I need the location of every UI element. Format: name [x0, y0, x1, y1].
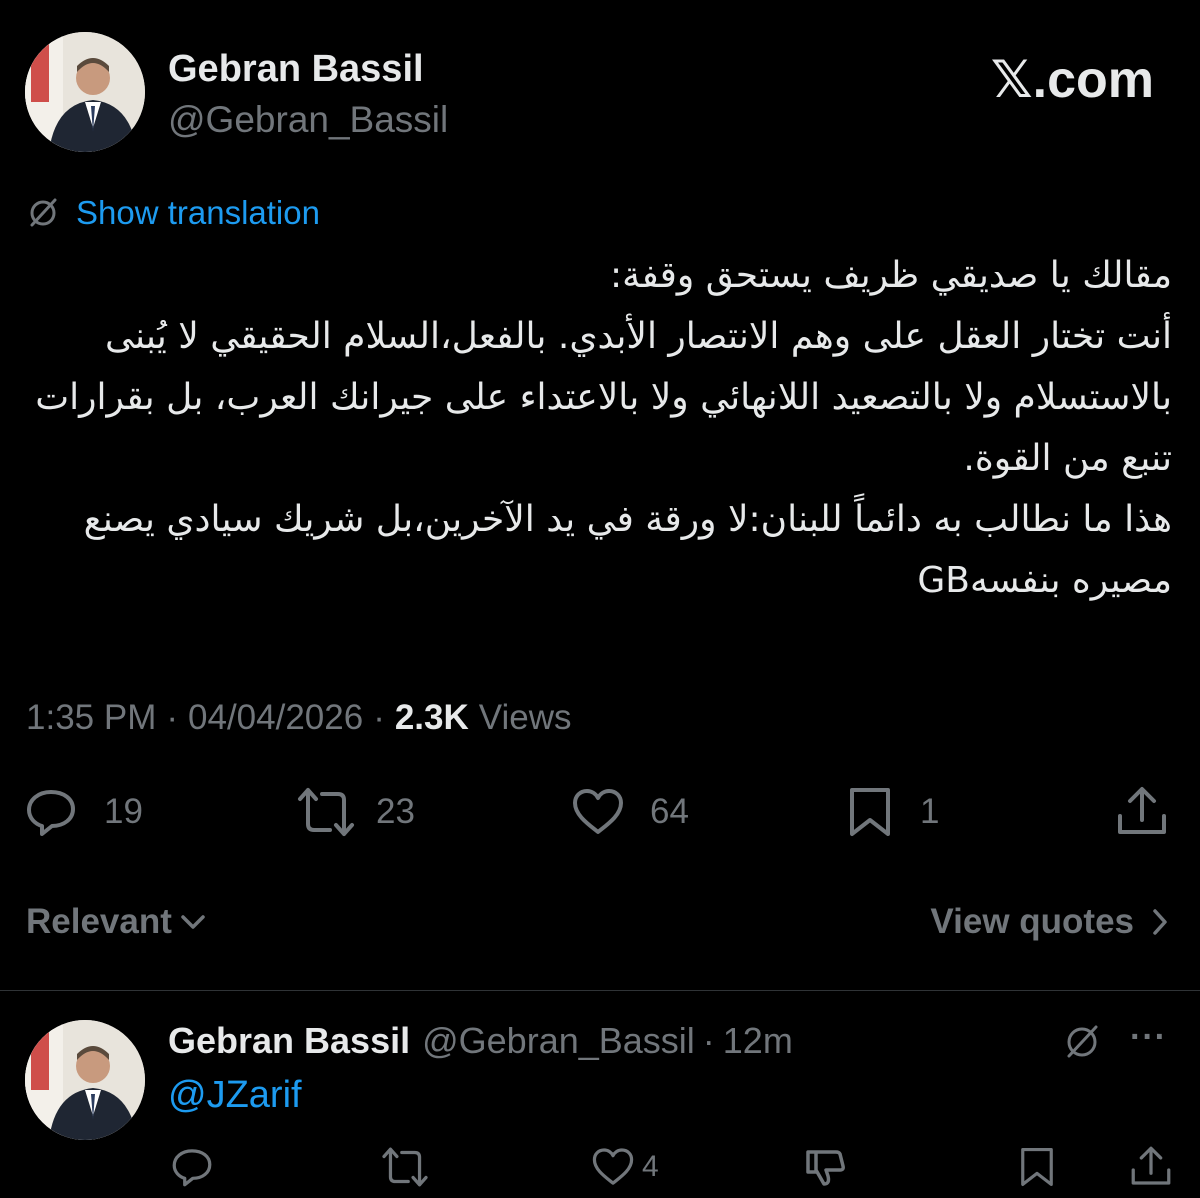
tweet-text: مقالك يا صديقي ظريف يستحق وقفة: أنت تختا… — [35, 255, 1172, 601]
reply-button[interactable]: 19 — [24, 786, 143, 838]
chevron-down-icon — [181, 915, 205, 929]
reply-reply-button[interactable] — [170, 1146, 214, 1188]
avatar[interactable] — [25, 32, 145, 152]
sort-dropdown[interactable]: Relevant — [26, 902, 206, 942]
no-translate-icon — [30, 198, 57, 227]
heart-icon — [592, 1148, 634, 1185]
profile-photo — [25, 1020, 145, 1140]
view-quotes-label: View quotes — [930, 902, 1134, 941]
reply-time[interactable]: 12m — [723, 1020, 793, 1062]
bookmark-icon — [1021, 1148, 1053, 1186]
tweet-time[interactable]: 1:35 PM — [26, 698, 156, 738]
x-logo: 𝕏.com — [990, 51, 1154, 109]
reply-avatar[interactable] — [25, 1020, 145, 1140]
more-options-icon[interactable]: ··· — [1130, 1018, 1167, 1057]
reply-author-name[interactable]: Gebran Bassil — [168, 1020, 410, 1062]
reply-icon — [172, 1149, 212, 1187]
share-button[interactable] — [1116, 784, 1168, 838]
bookmark-count: 1 — [920, 792, 940, 831]
bookmark-button[interactable]: 1 — [846, 786, 939, 838]
reply-bookmark-button[interactable] — [1018, 1146, 1056, 1188]
no-translate-icon — [1067, 1025, 1098, 1058]
repost-button[interactable]: 23 — [296, 786, 415, 838]
reply-downvote-button[interactable] — [804, 1146, 848, 1188]
view-quotes-link[interactable]: View quotes — [930, 902, 1170, 942]
reply-icon — [27, 790, 75, 836]
views-count[interactable]: 2.3K — [395, 698, 469, 738]
show-translation-link[interactable]: Show translation — [76, 194, 320, 232]
meta-separator: · — [166, 698, 179, 737]
share-icon — [1118, 787, 1166, 834]
reply-mention[interactable]: @JZarif — [168, 1074, 302, 1117]
meta-separator: · — [373, 698, 385, 737]
divider — [0, 990, 1200, 991]
reply-no-translate-icon-button[interactable] — [1062, 1022, 1102, 1067]
chevron-right-icon — [1153, 909, 1167, 935]
reply-count: 19 — [104, 792, 143, 831]
like-button[interactable]: 64 — [570, 786, 689, 838]
repost-icon — [382, 1147, 428, 1187]
repost-icon — [298, 788, 354, 836]
reply-like-button[interactable]: 4 — [590, 1146, 659, 1188]
views-label[interactable]: Views — [479, 698, 572, 738]
bookmark-icon — [850, 788, 890, 836]
thumbs-down-icon — [806, 1150, 845, 1186]
reply-header: Gebran Bassil @Gebran_Bassil · 12m — [168, 1020, 793, 1062]
reply-separator: · — [702, 1020, 715, 1061]
reply-repost-button[interactable] — [380, 1146, 430, 1188]
share-icon — [1131, 1146, 1171, 1185]
heart-icon — [573, 789, 623, 834]
reply-share-button[interactable] — [1130, 1144, 1172, 1188]
profile-photo — [25, 32, 145, 152]
reply-like-count: 4 — [642, 1150, 659, 1183]
reply-author-handle[interactable]: @Gebran_Bassil — [422, 1020, 695, 1062]
like-count: 64 — [650, 792, 689, 831]
tweet-date[interactable]: 04/04/2026 — [188, 698, 363, 738]
author-name[interactable]: Gebran Bassil — [168, 48, 424, 91]
sort-label: Relevant — [26, 902, 172, 941]
author-handle[interactable]: @Gebran_Bassil — [168, 99, 448, 141]
tweet-meta: 1:35 PM · 04/04/2026 · 2.3K Views — [26, 698, 572, 738]
repost-count: 23 — [376, 792, 415, 831]
show-translation-row[interactable]: Show translation — [26, 194, 320, 232]
